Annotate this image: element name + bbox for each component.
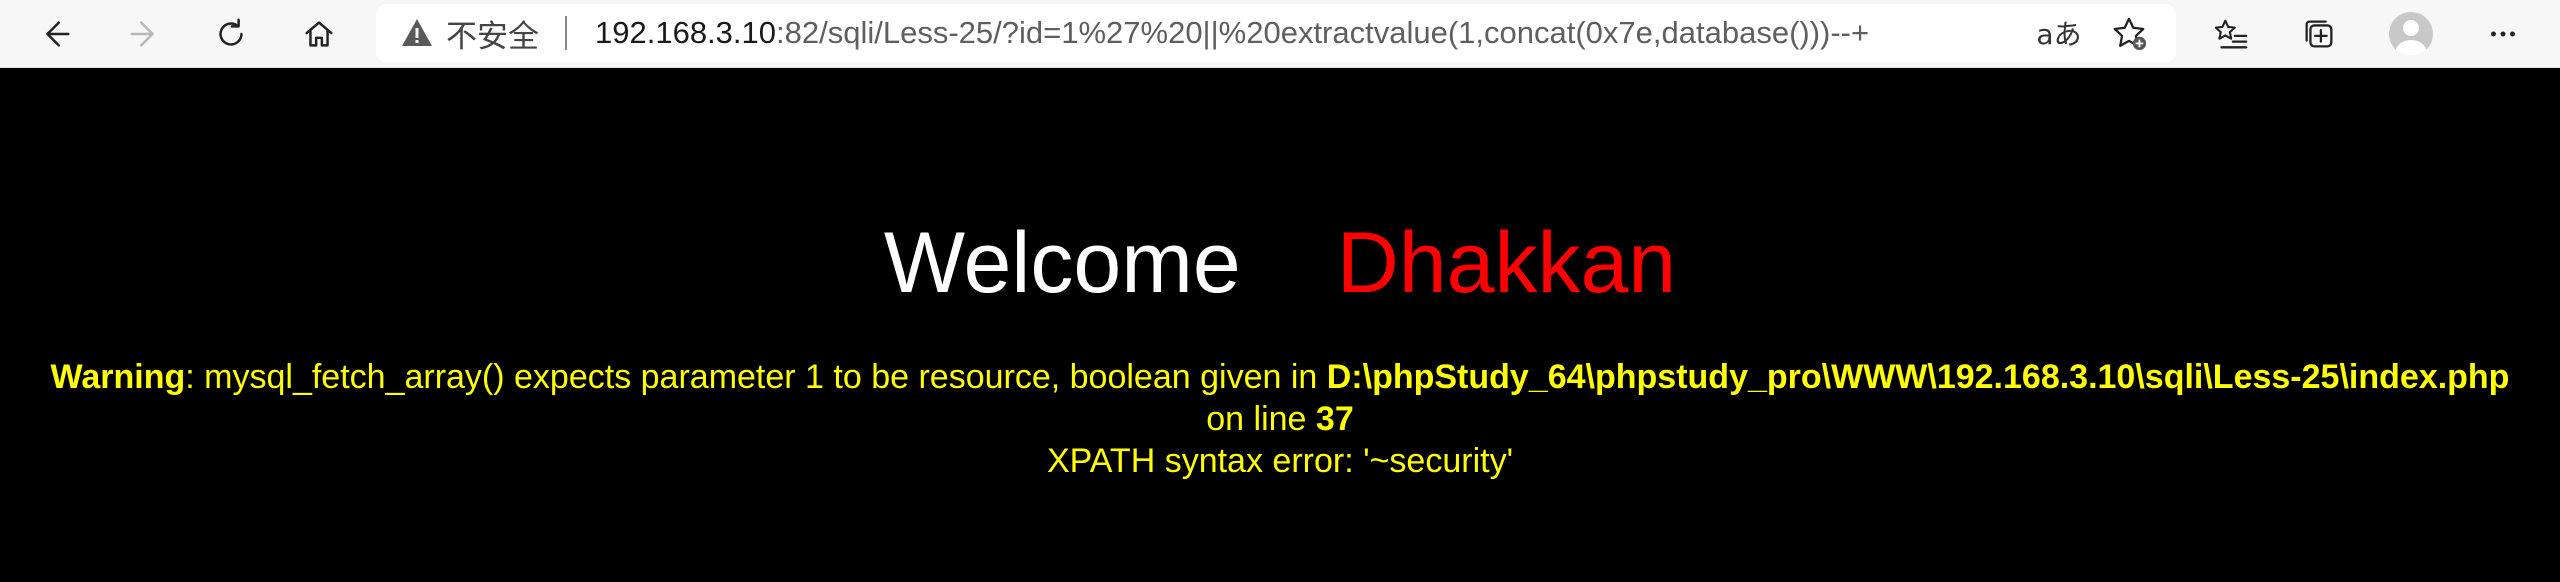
address-bar-actions: aあ	[2024, 4, 2164, 62]
address-divider	[565, 16, 567, 50]
url-text[interactable]: 192.168.3.10:82/sqli/Less-25/?id=1%27%20…	[595, 15, 1869, 51]
on-line-text: on line	[1206, 400, 1316, 438]
browser-toolbar: 不安全 192.168.3.10:82/sqli/Less-25/?id=1%2…	[0, 0, 2560, 68]
warning-label: Warning	[50, 358, 186, 396]
refresh-icon[interactable]	[202, 5, 260, 63]
home-icon[interactable]	[290, 5, 348, 63]
warning-triangle-icon[interactable]	[400, 16, 434, 50]
collections-icon[interactable]	[2290, 5, 2348, 63]
favorites-list-icon[interactable]	[2202, 5, 2260, 63]
welcome-heading: Welcome Dhakkan	[0, 208, 2560, 318]
read-aloud-label: aあ	[2036, 18, 2082, 51]
error-message: Warning: mysql_fetch_array() expects par…	[0, 356, 2560, 482]
username-text: Dhakkan	[1336, 215, 1677, 311]
profile-avatar-icon[interactable]	[2382, 5, 2440, 63]
read-aloud-icon[interactable]: aあ	[2024, 4, 2094, 62]
security-status-label[interactable]: 不安全	[446, 11, 539, 56]
url-host: 192.168.3.10	[595, 15, 777, 50]
line-number: 37	[1315, 400, 1354, 438]
avatar	[2389, 12, 2433, 56]
warning-message: : mysql_fetch_array() expects parameter …	[185, 358, 1327, 396]
address-bar[interactable]: 不安全 192.168.3.10:82/sqli/Less-25/?id=1%2…	[376, 4, 2176, 62]
more-menu-icon[interactable]	[2474, 5, 2532, 63]
page-content: Welcome Dhakkan Warning: mysql_fetch_arra…	[0, 68, 2560, 582]
url-path: :82/sqli/Less-25/?id=1%27%20||%20extract…	[776, 15, 1870, 50]
add-favorite-icon[interactable]	[2094, 4, 2164, 62]
xpath-error-text: XPATH syntax error: '~security'	[1046, 442, 1514, 480]
back-arrow-icon[interactable]	[26, 5, 84, 63]
welcome-text: Welcome	[883, 215, 1241, 311]
warning-file-path: D:\phpStudy_64\phpstudy_pro\WWW\192.168.…	[1326, 358, 2510, 396]
forward-arrow-icon[interactable]	[116, 5, 174, 63]
